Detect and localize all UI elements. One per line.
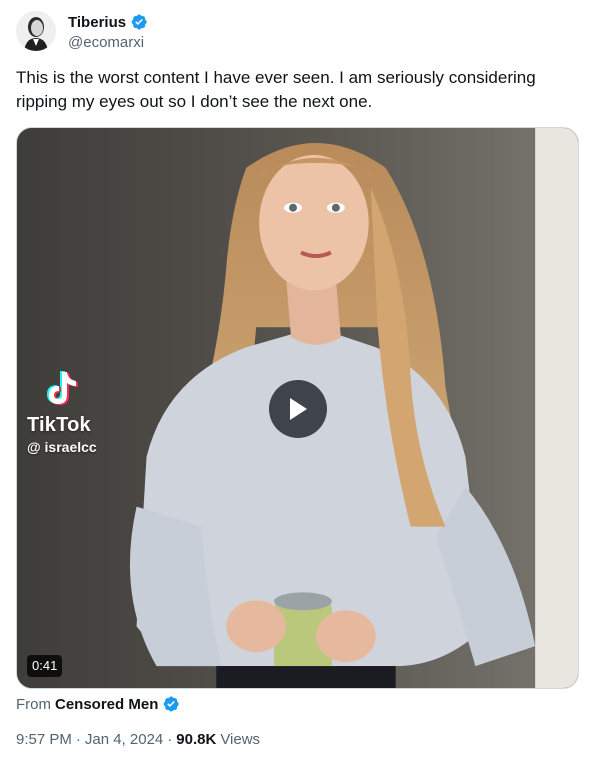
attribution-source-link[interactable]: Censored Men — [55, 696, 158, 713]
tiktok-brand-text: TikTok — [27, 414, 91, 436]
author-avatar[interactable] — [16, 11, 56, 51]
verified-badge-icon — [131, 14, 147, 30]
tiktok-logo-icon — [47, 371, 78, 405]
meta-separator: · — [167, 731, 173, 748]
verified-badge-icon — [163, 696, 180, 712]
tweet-text: This is the worst content I have ever se… — [16, 68, 536, 111]
video-duration: 0:41 — [27, 655, 63, 677]
author-display-name[interactable]: Tiberius — [68, 14, 126, 31]
tweet-date[interactable]: Jan 4, 2024 — [85, 731, 163, 748]
meta-separator: · — [75, 731, 81, 748]
tweet-meta: 9:57 PM · Jan 4, 2024 · 90.8K Views — [16, 731, 260, 748]
tiktok-watermark: TikTok @ israelcc — [27, 368, 97, 455]
views-label: Views — [220, 731, 261, 748]
attribution-prefix: From — [16, 695, 51, 713]
views-count[interactable]: 90.8K — [176, 731, 216, 748]
video-player[interactable]: TikTok @ israelcc 0:41 — [16, 127, 579, 689]
play-button[interactable] — [269, 380, 327, 438]
tweet-time[interactable]: 9:57 PM — [16, 731, 72, 748]
play-icon — [290, 398, 307, 420]
media-attribution: From Censored Men — [16, 695, 180, 713]
author-handle[interactable]: @ecomarxi — [68, 34, 144, 51]
tweet-card: Tiberius @ecomarxi This is the worst con… — [0, 0, 611, 768]
author-name-row: Tiberius — [68, 13, 148, 31]
tiktok-username: @ israelcc — [27, 439, 97, 455]
